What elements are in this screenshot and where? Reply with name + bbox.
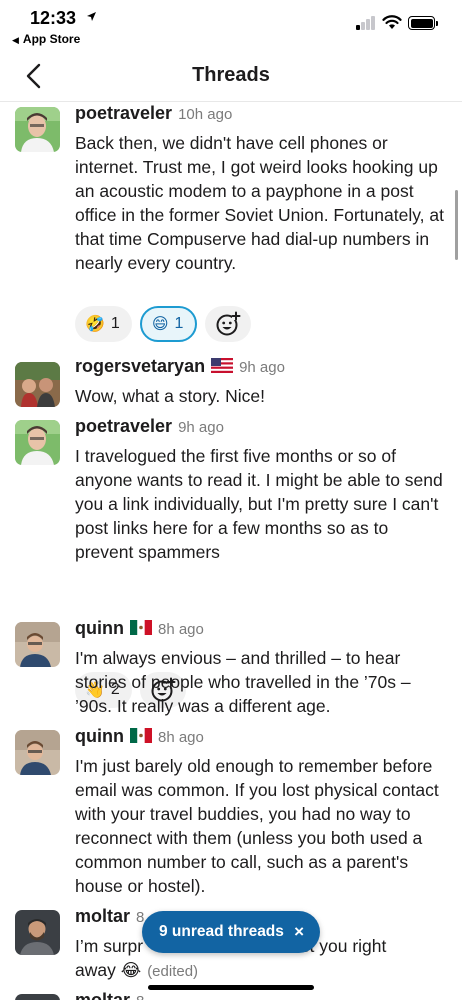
username[interactable]: poetraveler	[75, 416, 172, 436]
message-header: poetraveler 10h ago	[75, 103, 232, 124]
reaction-count: 1	[110, 315, 120, 332]
timestamp: 10h ago	[178, 106, 233, 123]
timestamp: 9h ago	[239, 359, 285, 376]
avatar[interactable]	[15, 730, 60, 775]
mexico-flag-icon	[129, 727, 152, 748]
cellular-signal-icon	[356, 16, 376, 30]
message-text: I travelogued the first five months or s…	[75, 446, 443, 562]
battery-icon	[408, 16, 438, 30]
home-indicator[interactable]	[148, 985, 314, 990]
close-icon[interactable]: ×	[294, 922, 304, 942]
avatar[interactable]	[15, 994, 60, 1000]
message-text: I'm always envious – and thrilled – to h…	[75, 648, 411, 716]
avatar[interactable]	[15, 420, 60, 465]
username[interactable]: quinn	[75, 618, 124, 638]
add-emoji-icon	[216, 311, 241, 336]
message-header: poetraveler 9h ago	[75, 416, 224, 437]
message-header: moltar 8	[75, 990, 144, 1000]
back-to-app-link[interactable]: ◀ App Store	[12, 32, 80, 46]
message-text-line2: away	[75, 960, 116, 980]
avatar[interactable]	[15, 622, 60, 667]
joy-emoji-icon: 😂	[120, 960, 142, 980]
timestamp: 8	[136, 993, 144, 1000]
message-header: quinn 8h ago	[75, 618, 204, 640]
status-bar: 12:33 ◀ App Store	[0, 0, 462, 50]
add-reaction-button[interactable]	[205, 306, 252, 342]
username[interactable]: quinn	[75, 726, 124, 746]
timestamp: 8h ago	[157, 729, 204, 746]
message-text: I'm just barely old enough to remember b…	[75, 756, 439, 896]
avatar[interactable]	[15, 362, 60, 407]
edited-label: (edited)	[147, 963, 199, 980]
avatar[interactable]	[15, 107, 60, 152]
username[interactable]: moltar	[75, 906, 130, 926]
unread-threads-pill[interactable]: 9 unread threads ×	[142, 911, 320, 953]
reaction-count: 1	[174, 315, 184, 332]
back-triangle-icon: ◀	[12, 35, 19, 45]
scroll-indicator[interactable]	[455, 190, 458, 260]
smile-emoji-icon: 😄	[151, 316, 169, 333]
page-title: Threads	[192, 64, 270, 86]
message-text-start: I’m surpr	[75, 936, 144, 956]
us-flag-icon	[211, 357, 234, 378]
navigation-header: Threads	[0, 50, 462, 102]
threads-feed[interactable]: poetraveler 10h ago Back then, we didn't …	[0, 103, 462, 1000]
wifi-icon	[382, 14, 402, 30]
reaction-rofl[interactable]: 🤣 1	[75, 306, 132, 342]
username[interactable]: moltar	[75, 990, 130, 1000]
timestamp: 8h ago	[157, 621, 204, 638]
back-app-label: App Store	[22, 32, 81, 46]
rofl-emoji-icon: 🤣	[85, 316, 105, 333]
unread-threads-label: 9 unread threads	[159, 923, 284, 940]
reaction-smile[interactable]: 😄 1	[139, 306, 198, 342]
reactions-row: 🤣 1 😄 1	[75, 306, 252, 342]
message-text: Back then, we didn't have cell phones or…	[75, 133, 444, 273]
timestamp: 9h ago	[178, 419, 224, 436]
location-arrow-icon	[86, 11, 97, 25]
username[interactable]: rogersvetaryan	[75, 356, 205, 376]
mexico-flag-icon	[129, 619, 152, 640]
message-header: rogersvetaryan 9h ago	[75, 356, 285, 378]
message-text: Wow, what a story. Nice!	[75, 386, 265, 406]
avatar[interactable]	[15, 910, 60, 955]
clock: 12:33	[30, 8, 77, 28]
message-header: quinn 8h ago	[75, 726, 204, 748]
message-header: moltar8	[75, 906, 144, 927]
username[interactable]: poetraveler	[75, 103, 172, 123]
